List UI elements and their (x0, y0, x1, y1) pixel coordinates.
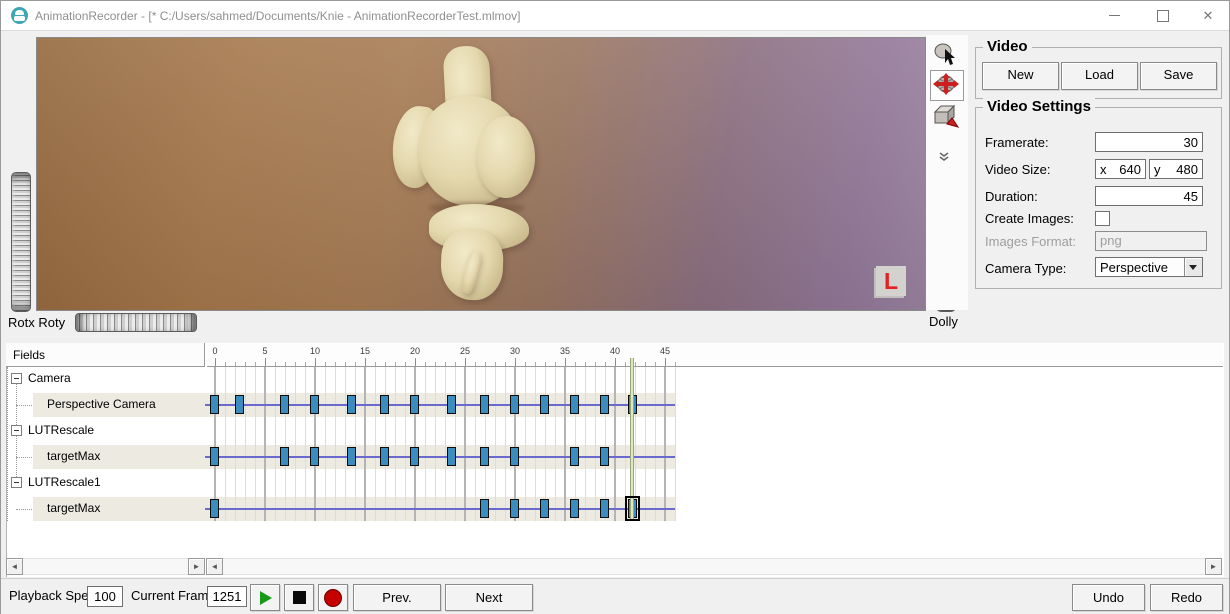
record-icon (324, 589, 342, 607)
keyframe[interactable] (447, 447, 456, 466)
video-group-title: Video (983, 38, 1032, 55)
transport-bar: Playback Speed: Current Frame: Prev. Key… (1, 578, 1229, 614)
keyframe[interactable] (210, 447, 219, 466)
keyframe[interactable] (280, 395, 289, 414)
minimize-button[interactable] (1097, 1, 1131, 30)
timeline-ruler[interactable] (207, 343, 1223, 367)
next-keyframe-button[interactable]: Next KeyFrame (445, 584, 533, 611)
keyframe[interactable] (380, 447, 389, 466)
tree-expander[interactable] (11, 477, 22, 488)
video-size-x-input[interactable]: x 640 (1095, 159, 1146, 179)
orientation-marker: L (876, 266, 906, 296)
keyframe[interactable] (410, 447, 419, 466)
keyframe[interactable] (480, 447, 489, 466)
keyframe[interactable] (510, 447, 519, 466)
keyframe[interactable] (235, 395, 244, 414)
keyframe[interactable] (447, 395, 456, 414)
camera-type-dropdown[interactable]: Perspective (1095, 257, 1203, 277)
duration-label: Duration: (985, 189, 1038, 204)
playback-speed-input[interactable] (87, 586, 123, 607)
load-button[interactable]: Load (1061, 62, 1138, 90)
keyframe[interactable] (280, 447, 289, 466)
timeline-scroll-right-button[interactable]: ► (1205, 558, 1222, 575)
timeline-scrollbar[interactable] (206, 558, 1222, 575)
tree-expander[interactable] (11, 425, 22, 436)
images-format-input: png (1095, 231, 1207, 251)
maximize-button[interactable] (1146, 1, 1180, 30)
keyframe[interactable] (347, 447, 356, 466)
keyframe[interactable] (540, 499, 549, 518)
keyframe[interactable] (380, 395, 389, 414)
images-format-label: Images Format: (985, 234, 1076, 249)
camera-pan-tool-button[interactable] (930, 70, 964, 101)
keyframe[interactable] (410, 395, 419, 414)
new-button[interactable]: New (982, 62, 1059, 90)
collapse-toolbar-button[interactable] (938, 150, 954, 164)
dropdown-arrow-icon[interactable] (1184, 258, 1202, 276)
video-size-label: Video Size: (985, 162, 1051, 177)
keyframe[interactable] (480, 499, 489, 518)
keyframe[interactable] (540, 395, 549, 414)
timeline-scroll-left-button[interactable]: ◄ (206, 558, 223, 575)
save-button[interactable]: Save (1140, 62, 1217, 90)
keyframe[interactable] (570, 499, 579, 518)
fields-scroll-right-button[interactable]: ► (188, 558, 205, 575)
window-title: AnimationRecorder - [* C:/Users/sahmed/D… (35, 9, 521, 23)
video-settings-group-title: Video Settings (983, 98, 1095, 115)
keyframe[interactable] (600, 395, 609, 414)
keyframe[interactable] (570, 395, 579, 414)
dolly-wheel-label: Dolly (929, 314, 958, 329)
fields-scroll-left-button[interactable]: ◄ (6, 558, 23, 575)
keyframe[interactable] (480, 395, 489, 414)
app-icon (11, 7, 28, 24)
keyframe[interactable] (510, 499, 519, 518)
current-frame-label: Current Frame: (131, 588, 219, 603)
roty-thumbwheel[interactable] (75, 313, 197, 332)
create-images-checkbox[interactable] (1095, 211, 1110, 226)
chevron-down-icon (938, 150, 950, 167)
fields-scrollbar[interactable] (6, 558, 205, 575)
rot-wheel-label: Rotx Roty (8, 315, 65, 330)
play-icon (260, 591, 272, 605)
keyframe[interactable] (310, 395, 319, 414)
title-bar[interactable]: AnimationRecorder - [* C:/Users/sahmed/D… (1, 1, 1229, 31)
keyframe[interactable] (347, 395, 356, 414)
duration-input[interactable] (1095, 186, 1203, 206)
viewport-toolbar (926, 35, 968, 310)
keyframe[interactable] (510, 395, 519, 414)
framerate-label: Framerate: (985, 135, 1049, 150)
video-size-y-input[interactable]: y 480 (1149, 159, 1203, 179)
stop-button[interactable] (284, 584, 314, 611)
keyframe[interactable] (310, 447, 319, 466)
keyframe[interactable] (600, 499, 609, 518)
prev-keyframe-button[interactable]: Prev. KeyFrame (353, 584, 441, 611)
close-button[interactable]: ✕ (1191, 1, 1225, 30)
keyframe[interactable] (600, 447, 609, 466)
keyframe[interactable] (570, 447, 579, 466)
camera-type-label: Camera Type: (985, 261, 1066, 276)
play-button[interactable] (250, 584, 280, 611)
redo-button[interactable]: Redo (1150, 584, 1223, 611)
keyframe[interactable] (628, 395, 637, 414)
fields-column-header: Fields (6, 343, 205, 367)
viewport-3d-canvas[interactable] (36, 37, 926, 311)
selected-keyframe-outline[interactable] (625, 496, 640, 521)
object-move-tool-button[interactable] (930, 101, 962, 130)
timeline-panel (6, 343, 1224, 577)
keyframe[interactable] (210, 395, 219, 414)
app-window: AnimationRecorder - [* C:/Users/sahmed/D… (0, 0, 1230, 614)
undo-button[interactable]: Undo (1072, 584, 1145, 611)
pick-tool-button[interactable] (930, 40, 962, 69)
camera-pan-tool-icon (931, 85, 961, 102)
stop-icon (293, 591, 306, 604)
keyframe[interactable] (210, 499, 219, 518)
object-move-tool-icon (930, 117, 962, 134)
tree-expander[interactable] (11, 373, 22, 384)
current-frame-input[interactable] (207, 586, 247, 607)
record-button[interactable] (318, 584, 348, 611)
femur-condyle-bump (477, 116, 535, 198)
rotx-thumbwheel[interactable] (11, 172, 31, 312)
framerate-input[interactable] (1095, 132, 1203, 152)
create-images-label: Create Images: (985, 211, 1074, 226)
